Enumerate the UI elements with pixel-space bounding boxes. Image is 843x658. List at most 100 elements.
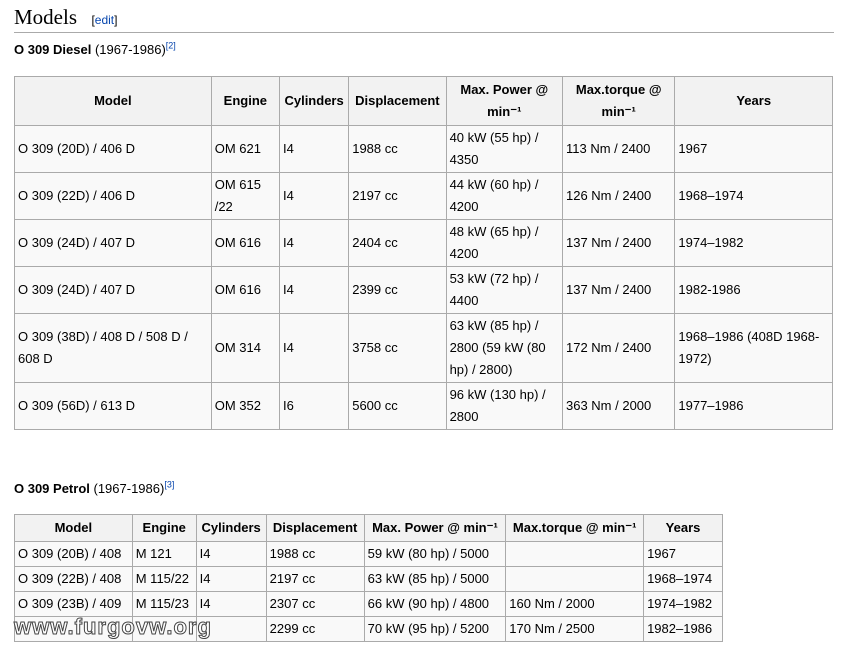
table-cell: I4 — [195, 541, 267, 567]
diesel-subheading: O 309 Diesel (1967-1986)[2] — [14, 41, 176, 58]
table-row: O 309 (24D) / 407 D OM 616 I4 2404 cc 48 kW … — [14, 219, 833, 267]
table-cell: 363 Nm / 2000 — [561, 382, 676, 430]
table-cell: 63 kW (85 hp) / 5000 — [363, 566, 507, 592]
table-cell: I4 — [278, 219, 350, 267]
table-cell: O 309 (20D) / 406 D — [14, 125, 212, 173]
petrol-reference-link[interactable]: [3] — [164, 480, 174, 490]
table-cell: 1967 — [643, 541, 723, 567]
table-cell: OM 615 /22 — [210, 172, 280, 220]
table-cell: 1967 — [674, 125, 833, 173]
table-cell: 2299 cc — [265, 616, 365, 642]
column-header: Model — [14, 76, 212, 126]
table-cell: 2404 cc — [348, 219, 447, 267]
table-cell: I4 — [278, 313, 350, 383]
table-cell: O 309 (24D) / 407 D — [14, 266, 212, 314]
table-cell: 1977–1986 — [674, 382, 833, 430]
table-cell: 137 Nm / 2400 — [561, 219, 676, 267]
diesel-reference-link[interactable]: [2] — [166, 41, 176, 51]
table-body: O 309 (20D) / 406 D OM 621 I4 1988 cc 40 kW … — [14, 125, 833, 430]
table-cell: 5600 cc — [348, 382, 447, 430]
table-cell: 126 Nm / 2400 — [561, 172, 676, 220]
table-cell: OM 616 — [210, 219, 280, 267]
column-header: Max.torque @ min⁻¹ — [505, 514, 645, 542]
table-cell: O 309 (22D) / 406 D — [14, 172, 212, 220]
edit-link[interactable]: edit — [95, 13, 114, 27]
table-row: O 309 (22B) / 408 M 115/22 I4 2197 cc 63 kW … — [14, 566, 723, 592]
column-header: Max. Power @ min⁻¹ — [445, 76, 563, 126]
table-row: O 309 (24D) / 407 D OM 616 I4 2399 cc 53 kW … — [14, 266, 833, 314]
table-cell: O 309 (38D) / 408 D / 508 D / 608 D — [14, 313, 212, 383]
table-cell: 66 kW (90 hp) / 4800 — [363, 591, 507, 617]
column-header: Years — [643, 514, 723, 542]
column-header: Cylinders — [195, 514, 267, 542]
table-cell: M 115/23 — [131, 591, 197, 617]
diesel-title: O 309 Diesel — [14, 42, 92, 57]
table-cell: I6 — [278, 382, 350, 430]
table-cell: OM 314 — [210, 313, 280, 383]
table-cell: 1968–1986 (408D 1968-1972) — [674, 313, 833, 383]
table-cell: 59 kW (80 hp) / 5000 — [363, 541, 507, 567]
table-cell: O 309 (23B) / 409 — [14, 591, 133, 617]
table-cell: 53 kW (72 hp) / 4400 — [445, 266, 563, 314]
table-cell: I4 — [278, 172, 350, 220]
petrol-title: O 309 Petrol — [14, 481, 90, 496]
table-cell: 1982–1986 — [643, 616, 723, 642]
edit-link-wrapper: [edit] — [91, 13, 118, 27]
table-cell: O 309 (56D) / 613 D — [14, 382, 212, 430]
table-row: O 309 (38D) / 408 D / 508 D / 608 D OM 31… — [14, 313, 833, 383]
table-cell: OM 352 — [210, 382, 280, 430]
table-cell: 1974–1982 — [674, 219, 833, 267]
table-cell: 63 kW (85 hp) / 2800 (59 kW (80 hp) / 28… — [445, 313, 563, 383]
watermark: www.furgovw.org — [14, 614, 212, 640]
table-cell: M 115/22 — [131, 566, 197, 592]
diesel-table: Model Engine Cylinders Displacement Max. Pow… — [14, 76, 833, 430]
table-cell: 2399 cc — [348, 266, 447, 314]
table-header-row: Model Engine Cylinders Displacement Max. Pow… — [14, 514, 723, 542]
column-header: Displacement — [348, 76, 447, 126]
table-cell: O 309 (20B) / 408 — [14, 541, 133, 567]
table-cell: 2197 cc — [348, 172, 447, 220]
table-cell: 40 kW (55 hp) / 4350 — [445, 125, 563, 173]
section-title: Models — [14, 5, 77, 29]
table-cell: 3758 cc — [348, 313, 447, 383]
petrol-years: (1967-1986) — [89, 481, 165, 496]
table-cell: 1968–1974 — [674, 172, 833, 220]
column-header: Max.torque @ min⁻¹ — [561, 76, 676, 126]
column-header: Model — [14, 514, 133, 542]
table-cell: 1982-1986 — [674, 266, 833, 314]
petrol-subheading: O 309 Petrol (1967-1986)[3] — [14, 480, 174, 497]
table-cell: 1988 cc — [265, 541, 365, 567]
table-header-row: Model Engine Cylinders Displacement Max. Pow… — [14, 76, 833, 126]
table-cell: 70 kW (95 hp) / 5200 — [363, 616, 507, 642]
table-cell: M 121 — [131, 541, 197, 567]
table-row: O 309 (56D) / 613 D OM 352 I6 5600 cc 96 kW … — [14, 382, 833, 430]
diesel-years: (1967-1986) — [91, 42, 166, 57]
table-cell: 2197 cc — [265, 566, 365, 592]
table-cell: 113 Nm / 2400 — [561, 125, 676, 173]
table-cell: I4 — [195, 591, 267, 617]
table-cell: 1974–1982 — [643, 591, 723, 617]
column-header: Engine — [210, 76, 280, 126]
table-cell — [505, 566, 645, 592]
table-cell: 160 Nm / 2000 — [505, 591, 645, 617]
table-cell: 96 kW (130 hp) / 2800 — [445, 382, 563, 430]
table-cell: OM 616 — [210, 266, 280, 314]
table-cell: I4 — [278, 266, 350, 314]
table-cell: 172 Nm / 2400 — [561, 313, 676, 383]
table-cell: OM 621 — [210, 125, 280, 173]
column-header: Years — [674, 76, 833, 126]
table-cell: I4 — [278, 125, 350, 173]
table-cell: 44 kW (60 hp) / 4200 — [445, 172, 563, 220]
table-cell: 1988 cc — [348, 125, 447, 173]
table-cell: 48 kW (65 hp) / 4200 — [445, 219, 563, 267]
table-row: O 309 (23B) / 409 M 115/23 I4 2307 cc 66 kW … — [14, 591, 723, 617]
table-cell: O 309 (24D) / 407 D — [14, 219, 212, 267]
table-cell: 1968–1974 — [643, 566, 723, 592]
table-row: O 309 (20D) / 406 D OM 621 I4 1988 cc 40 kW … — [14, 125, 833, 173]
table-row: O 309 (22D) / 406 D OM 615 /22 I4 2197 cc 44… — [14, 172, 833, 220]
table-cell: 137 Nm / 2400 — [561, 266, 676, 314]
section-heading: Models [edit] — [14, 2, 834, 33]
column-header: Max. Power @ min⁻¹ — [363, 514, 507, 542]
column-header: Engine — [131, 514, 197, 542]
column-header: Cylinders — [278, 76, 350, 126]
